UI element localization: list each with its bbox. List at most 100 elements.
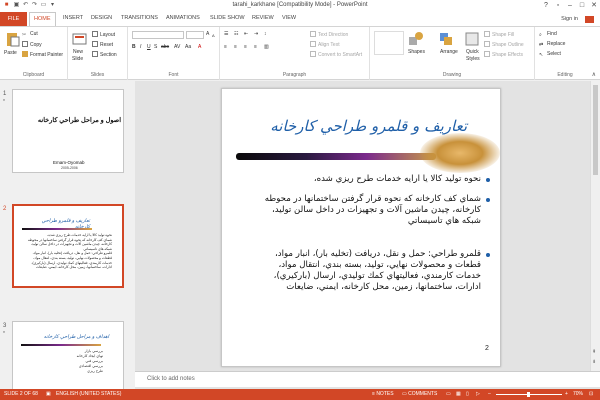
section-button[interactable]: Section xyxy=(92,51,117,59)
slide-count: SLIDE 2 OF 68 xyxy=(4,391,38,397)
slide-sorter-icon[interactable]: ▦ xyxy=(456,391,461,397)
comments-button[interactable]: ▭ COMMENTS xyxy=(402,391,437,397)
ribbon-display-icon[interactable]: ▫ xyxy=(552,1,564,11)
zoom-out-icon[interactable]: – xyxy=(488,391,491,397)
font-size-dropdown[interactable] xyxy=(186,31,204,39)
slide-title[interactable]: تعاريف و قلمرو طراحي كارخانه xyxy=(262,117,467,135)
notes-placeholder[interactable]: Click to add notes xyxy=(147,376,195,382)
zoom-slider-handle[interactable] xyxy=(527,392,530,397)
reset-button[interactable]: Reset xyxy=(92,41,113,49)
shape-fill-button[interactable]: Shape Fill xyxy=(484,31,514,39)
strikethrough-icon[interactable]: abc xyxy=(161,44,169,51)
sign-in-link[interactable]: Sign in xyxy=(561,16,578,22)
quick-styles-button-line2[interactable]: Styles xyxy=(466,56,480,63)
bullet-3[interactable]: قلمرو طراحي: حمل و نقل، دريافت (تخليه با… xyxy=(242,249,481,293)
notes-pane[interactable]: Click to add notes xyxy=(135,371,600,387)
layout-button[interactable]: Layout xyxy=(92,31,115,39)
normal-view-icon[interactable]: ▭ xyxy=(446,391,451,397)
reading-view-icon[interactable]: ▯ xyxy=(466,391,469,397)
slideshow-view-icon[interactable]: ▷ xyxy=(476,391,480,397)
align-center-icon[interactable]: ≡ xyxy=(234,44,237,51)
cut-button[interactable]: ✂ Cut xyxy=(22,31,38,38)
tab-home[interactable]: HOME xyxy=(29,12,56,26)
decrease-indent-icon[interactable]: ⇤ xyxy=(244,31,248,38)
shapes-gallery[interactable] xyxy=(374,31,404,55)
italic-icon[interactable]: I xyxy=(140,44,141,51)
tab-insert[interactable]: INSERT xyxy=(63,15,83,21)
new-slide-button[interactable]: New xyxy=(73,49,83,56)
decrease-font-icon[interactable]: A xyxy=(212,32,215,39)
tab-view[interactable]: VIEW xyxy=(282,15,296,21)
convert-smartart-button[interactable]: Convert to SmartArt xyxy=(310,51,362,59)
increase-indent-icon[interactable]: ⇥ xyxy=(254,31,258,38)
slide-thumbnail-panel[interactable]: 1 * اصول و مراحل طراحي كارخانه Emam-Oyom… xyxy=(0,81,132,391)
decorative-glow xyxy=(420,133,500,173)
current-slide[interactable]: تعاريف و قلمرو طراحي كارخانه نحوه توليد … xyxy=(221,88,501,367)
paste-icon[interactable] xyxy=(5,31,21,47)
thumbnail-slide-3[interactable]: اهداف و مراحل طراحي كارخانه بررسي بازار … xyxy=(12,321,124,391)
columns-icon[interactable]: ▥ xyxy=(264,44,269,51)
align-text-button[interactable]: Align Text xyxy=(310,41,340,49)
shape-outline-button[interactable]: Shape Outline xyxy=(484,41,524,49)
bold-icon[interactable]: B xyxy=(132,44,136,51)
select-button[interactable]: ↖ Select xyxy=(539,51,561,58)
notes-button[interactable]: ≡ NOTES xyxy=(372,391,394,397)
paste-button[interactable]: Paste xyxy=(4,50,17,57)
section-icon xyxy=(92,51,98,57)
fit-slide-icon[interactable]: ⊡ xyxy=(589,391,593,397)
shapes-icon[interactable] xyxy=(408,31,424,47)
quick-styles-icon[interactable] xyxy=(464,31,480,47)
maximize-icon[interactable]: □ xyxy=(576,1,588,11)
quick-styles-button[interactable]: Quick xyxy=(466,49,479,56)
change-case-icon[interactable]: Aa xyxy=(185,44,191,51)
bullet-2[interactable]: شماي كف كارخانه كه نحوه قرار گرفتن ساختم… xyxy=(242,194,481,227)
tab-design[interactable]: DESIGN xyxy=(91,15,112,21)
format-painter-button[interactable]: Format Painter xyxy=(22,51,63,59)
arrange-icon[interactable] xyxy=(438,31,454,47)
tab-animations[interactable]: ANIMATIONS xyxy=(166,15,200,21)
zoom-level[interactable]: 70% xyxy=(573,391,583,397)
increase-font-icon[interactable]: A xyxy=(206,31,209,38)
vertical-scrollbar[interactable]: ⇞ ⇟ xyxy=(590,81,600,371)
language-indicator[interactable]: ENGLISH (UNITED STATES) xyxy=(56,391,121,397)
shape-effects-button[interactable]: Shape Effects xyxy=(484,51,523,59)
close-icon[interactable]: ✕ xyxy=(588,1,600,11)
bullet-icon xyxy=(486,198,490,202)
bullets-icon[interactable]: ☰ xyxy=(224,31,228,38)
replace-button[interactable]: ⇄ Replace xyxy=(539,41,565,48)
help-icon[interactable]: ? xyxy=(540,1,552,11)
previous-slide-icon[interactable]: ⇞ xyxy=(592,349,596,355)
bullet-1[interactable]: نحوه توليد كالا يا ارايه خدمات طرح ريزي … xyxy=(272,174,481,185)
justify-icon[interactable]: ≡ xyxy=(254,44,257,51)
align-right-icon[interactable]: ≡ xyxy=(244,44,247,51)
scrollbar-thumb[interactable] xyxy=(593,85,598,175)
tab-review[interactable]: REVIEW xyxy=(252,15,274,21)
zoom-in-icon[interactable]: + xyxy=(565,391,568,397)
font-color-icon[interactable]: A xyxy=(198,44,201,51)
find-button[interactable]: ⌕ Find xyxy=(539,31,557,38)
align-left-icon[interactable]: ≡ xyxy=(224,44,227,51)
copy-button[interactable]: Copy xyxy=(22,41,42,49)
spelling-icon[interactable]: ▣ xyxy=(46,391,51,397)
font-name-dropdown[interactable] xyxy=(132,31,184,39)
underline-icon[interactable]: U xyxy=(147,44,151,51)
ribbon-tabs: FILE HOME INSERT DESIGN TRANSITIONS ANIM… xyxy=(0,12,600,26)
account-avatar[interactable] xyxy=(585,16,594,23)
thumbnail-slide-1[interactable]: اصول و مراحل طراحي كارخانه Emam-Oyomab 2… xyxy=(12,89,124,173)
next-slide-icon[interactable]: ⇟ xyxy=(592,359,596,365)
tab-file[interactable]: FILE xyxy=(0,12,27,26)
numbering-icon[interactable]: ☷ xyxy=(234,31,238,38)
text-direction-button[interactable]: Text Direction xyxy=(310,31,348,39)
arrange-button[interactable]: Arrange xyxy=(440,49,458,56)
minimize-icon[interactable]: – xyxy=(564,1,576,11)
collapse-ribbon-icon[interactable]: ∧ xyxy=(592,71,596,78)
shadow-icon[interactable]: S xyxy=(154,44,157,51)
tab-slide-show[interactable]: SLIDE SHOW xyxy=(210,15,245,21)
new-slide-icon[interactable] xyxy=(72,31,88,47)
char-spacing-icon[interactable]: AV xyxy=(174,44,180,51)
tab-transitions[interactable]: TRANSITIONS xyxy=(121,15,158,21)
thumbnail-slide-2[interactable]: تعاريف و قلمرو طراحي كارخانه نحوه توليد … xyxy=(12,204,124,288)
new-slide-button-line2[interactable]: Slide xyxy=(72,56,83,63)
line-spacing-icon[interactable]: ↕ xyxy=(264,31,267,38)
shapes-button[interactable]: Shapes xyxy=(408,49,425,56)
